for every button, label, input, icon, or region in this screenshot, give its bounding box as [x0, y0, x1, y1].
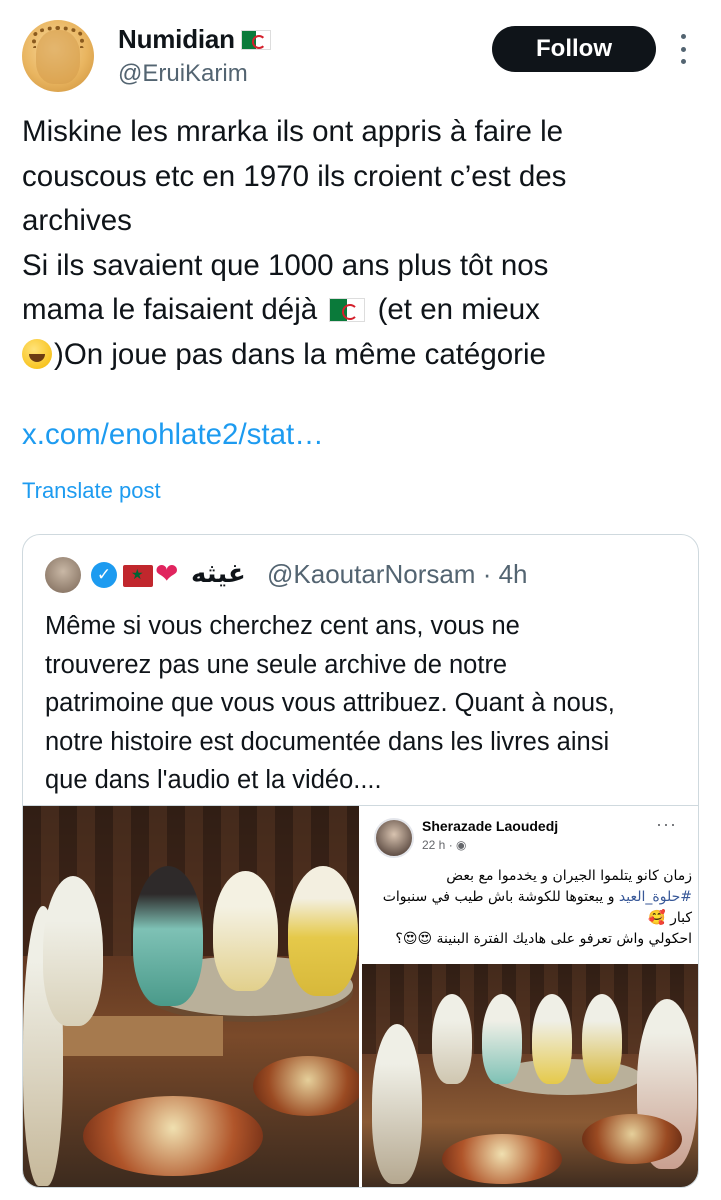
quoted-post-body: Même si vous cherchez cent ans, vous ne …: [45, 607, 685, 800]
fb-fragment: و يبعتوها للكوشة باش طيب في سنبوات: [382, 889, 615, 905]
post-line: Si ils savaient que 1000 ans plus tôt no…: [22, 248, 549, 282]
quoted-line: notre histoire est documentée dans les l…: [45, 727, 610, 756]
quoted-author-name[interactable]: غيثه: [191, 559, 246, 589]
author-handle[interactable]: @EruiKarim: [118, 60, 248, 88]
woman-figure: [432, 994, 472, 1084]
facebook-post-screenshot[interactable]: Sherazade Laoudedj 22 h · ◉ ··· زمان كان…: [362, 806, 698, 1187]
author-avatar[interactable]: [22, 20, 94, 92]
post-fragment: (et en mieux: [377, 293, 540, 326]
red-heart-icon: ❤: [155, 558, 179, 589]
post-line: archives: [22, 204, 132, 237]
quoted-post[interactable]: ✓ ❤ غيثه @KaoutarNorsam · 4h Même si vou…: [22, 534, 699, 1188]
follow-button[interactable]: Follow: [492, 26, 656, 72]
woman-figure: [43, 876, 103, 1026]
gasaa-bowl: [442, 1134, 562, 1184]
author-name[interactable]: Numidian: [118, 24, 271, 55]
quoted-line: trouverez pas une seule archive de notre: [45, 650, 508, 679]
translate-post-link[interactable]: Translate post: [22, 478, 161, 504]
algeria-flag-icon: [329, 298, 366, 322]
fb-line: #حلوة_العيد و يبعتوها للكوشة باش طيب في …: [374, 887, 692, 908]
woman-figure: [482, 994, 522, 1084]
quoted-author-handle-time[interactable]: @KaoutarNorsam · 4h: [267, 559, 528, 590]
fb-line: كبار 🥰: [648, 910, 692, 926]
fb-post-text: زمان كانو يتلموا الجيران و يخدموا مع بعض…: [374, 866, 692, 950]
quoted-media[interactable]: Sherazade Laoudedj 22 h · ◉ ··· زمان كان…: [23, 805, 698, 1187]
fb-line: احكولي واش تعرفو على هاديك الفترة البنين…: [395, 931, 692, 947]
fb-author-name: Sherazade Laoudedj: [422, 818, 559, 834]
fb-hashtag: #حلوة_العيد: [618, 889, 692, 905]
post-body: Miskine les mrarka ils ont appris à fair…: [22, 110, 702, 377]
woman-figure: [288, 866, 358, 996]
fb-line: زمان كانو يتلموا الجيران و يخدموا مع بعض: [446, 868, 692, 884]
woman-figure: [213, 871, 278, 991]
gasaa-bowl: [253, 1056, 359, 1116]
quoted-line: Même si vous cherchez cent ans, vous ne: [45, 612, 520, 640]
post-line-with-emoji: )On joue pas dans la même catégorie: [22, 333, 702, 378]
algeria-flag-icon: [240, 30, 271, 50]
quoted-line: que dans l'audio et la vidéo....: [45, 766, 382, 794]
woman-figure: [582, 994, 622, 1084]
fb-couscous-photo: [362, 964, 698, 1187]
globe-icon: ◉: [456, 838, 467, 852]
woman-figure: [133, 866, 203, 1006]
post-line: couscous etc en 1970 ils croient c’est d…: [22, 159, 567, 193]
fb-time-text: 22 h ·: [422, 838, 457, 852]
rolling-laughing-emoji-icon: [22, 338, 52, 369]
quoted-line: patrimoine que vous vous attribuez. Quan…: [45, 689, 615, 717]
woman-figure: [532, 994, 572, 1084]
morocco-flag-icon: [123, 565, 153, 587]
gasaa-bowl: [83, 1096, 263, 1176]
more-vertical-icon[interactable]: [676, 34, 690, 64]
gasaa-bowl: [582, 1114, 682, 1164]
fb-author-avatar: [374, 818, 414, 858]
fb-more-icon: ···: [656, 814, 677, 834]
quoted-author-avatar[interactable]: [45, 557, 81, 593]
couscous-video-still-image[interactable]: [23, 806, 359, 1187]
verified-badge-icon: ✓: [91, 562, 117, 588]
post-line-with-flag: mama le faisaient déjà (et en mieux: [22, 288, 702, 333]
post-line: Miskine les mrarka ils ont appris à fair…: [22, 115, 564, 148]
post-fragment: mama le faisaient déjà: [22, 293, 318, 326]
author-name-text[interactable]: Numidian: [118, 24, 235, 54]
avatar-face: [36, 30, 80, 84]
post-link[interactable]: x.com/enohlate2/stat…: [22, 418, 324, 452]
post-fragment: )On joue pas dans la même catégorie: [54, 337, 546, 371]
woman-figure: [372, 1024, 422, 1184]
fb-timestamp: 22 h · ◉: [422, 838, 467, 852]
post-header: Numidian @EruiKarim Follow: [0, 0, 721, 100]
